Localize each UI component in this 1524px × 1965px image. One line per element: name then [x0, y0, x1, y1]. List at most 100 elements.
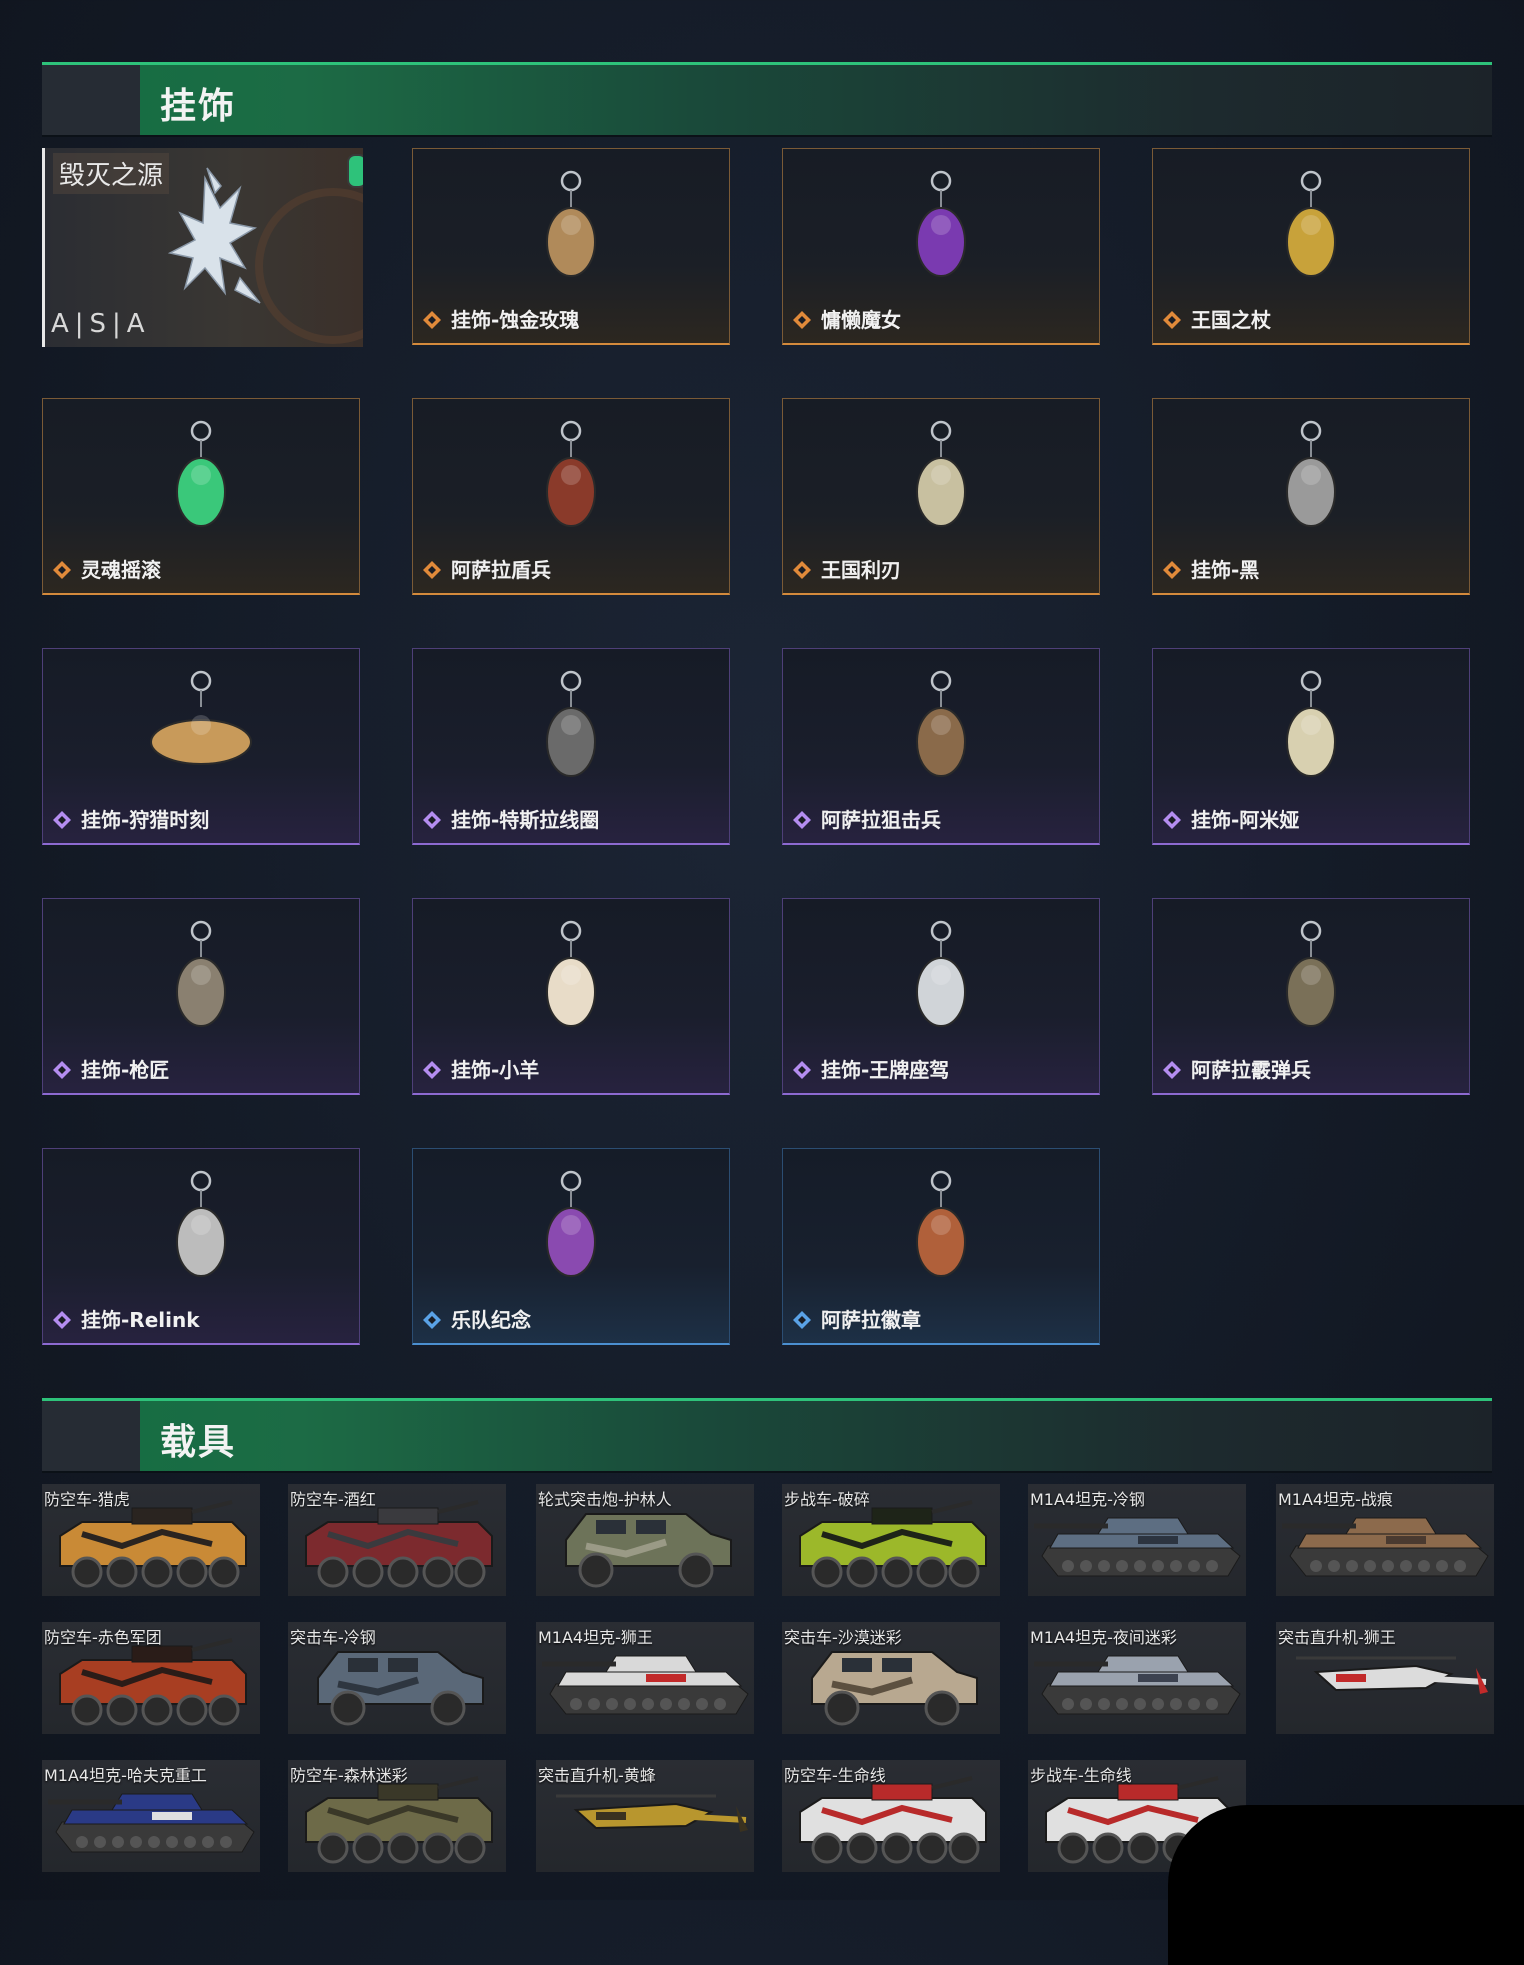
- rarity-diamond-icon: [423, 311, 441, 329]
- charm-label: 阿萨拉徽章: [821, 1308, 921, 1332]
- rarity-diamond-icon: [53, 1311, 71, 1329]
- vehicle-label: M1A4坦克-冷钢: [1030, 1490, 1145, 1509]
- rarity-diamond-icon: [793, 1061, 811, 1079]
- featured-title: 毁灭之源: [53, 153, 170, 194]
- charm-label: 挂饰-狩猎时刻: [81, 808, 210, 832]
- vehicle-tile[interactable]: 防空车-赤色军团: [42, 1622, 260, 1734]
- vehicle-label: M1A4坦克-哈夫克重工: [44, 1766, 207, 1785]
- vehicle-tile[interactable]: 步战车-破碎: [782, 1484, 1000, 1596]
- rarity-diamond-icon: [423, 561, 441, 579]
- vehicle-label: M1A4坦克-战痕: [1278, 1490, 1393, 1509]
- rarity-diamond-icon: [423, 1311, 441, 1329]
- gunsmith-charm-icon: [176, 920, 226, 1027]
- vehicle-tile[interactable]: M1A4坦克-夜间迷彩: [1028, 1622, 1246, 1734]
- charm-label: 挂饰-Relink: [81, 1308, 200, 1332]
- vehicle-tile[interactable]: 轮式突击炮-护林人: [536, 1484, 754, 1596]
- band-medal-charm-icon: [546, 1170, 596, 1277]
- featured-charm-card[interactable]: 毁灭之源 A|S|A: [42, 148, 363, 347]
- rarity-diamond-icon: [793, 811, 811, 829]
- rarity-diamond-icon: [423, 811, 441, 829]
- featured-subtitle: A|S|A: [51, 309, 151, 339]
- vehicle-label: 突击车-沙漠迷彩: [784, 1628, 902, 1647]
- vehicle-label: M1A4坦克-夜间迷彩: [1030, 1628, 1177, 1647]
- charm-card[interactable]: 阿萨拉徽章: [782, 1148, 1100, 1345]
- charm-card[interactable]: 挂饰-狩猎时刻: [42, 648, 360, 845]
- vehicle-tile[interactable]: 突击直升机-黄蜂: [536, 1760, 754, 1872]
- charm-card[interactable]: 阿萨拉盾兵: [412, 398, 730, 595]
- rarity-diamond-icon: [1163, 561, 1181, 579]
- vehicle-label: 防空车-酒红: [290, 1490, 376, 1509]
- vehicle-label: 步战车-破碎: [784, 1490, 870, 1509]
- charm-label: 阿萨拉狙击兵: [821, 808, 941, 832]
- vehicle-tile[interactable]: 突击车-沙漠迷彩: [782, 1622, 1000, 1734]
- charm-card[interactable]: 灵魂摇滚: [42, 398, 360, 595]
- vehicle-label: 步战车-生命线: [1030, 1766, 1132, 1785]
- shotgunner-charm-icon: [1286, 920, 1336, 1027]
- tesla-coil-charm-icon: [546, 670, 596, 777]
- header-grip: [42, 1401, 140, 1471]
- rarity-diamond-icon: [53, 811, 71, 829]
- vehicle-tile[interactable]: M1A4坦克-哈夫克重工: [42, 1760, 260, 1872]
- charm-card[interactable]: 挂饰-蚀金玫瑰: [412, 148, 730, 345]
- rarity-diamond-icon: [1163, 311, 1181, 329]
- charm-label: 挂饰-蚀金玫瑰: [451, 308, 580, 332]
- charm-label: 慵懒魔女: [821, 308, 901, 332]
- vehicle-tile[interactable]: 突击直升机-狮王: [1276, 1622, 1494, 1734]
- charm-card[interactable]: 阿萨拉霰弹兵: [1152, 898, 1470, 1095]
- jet-charm-icon: [916, 920, 966, 1027]
- witch-charm-icon: [916, 170, 966, 277]
- vehicles-section-header: 载具: [42, 1398, 1492, 1471]
- charm-card[interactable]: 挂饰-Relink: [42, 1148, 360, 1345]
- charm-label: 挂饰-特斯拉线圈: [451, 808, 600, 832]
- vehicle-tile[interactable]: M1A4坦克-冷钢: [1028, 1484, 1246, 1596]
- charm-card[interactable]: 慵懒魔女: [782, 148, 1100, 345]
- vehicle-tile[interactable]: M1A4坦克-战痕: [1276, 1484, 1494, 1596]
- charm-card[interactable]: 挂饰-阿米娅: [1152, 648, 1470, 845]
- charm-label: 挂饰-枪匠: [81, 1058, 170, 1082]
- vehicle-tile[interactable]: 防空车-生命线: [782, 1760, 1000, 1872]
- vehicle-label: 防空车-猎虎: [44, 1490, 130, 1509]
- vehicle-tile[interactable]: 突击车-冷钢: [288, 1622, 506, 1734]
- charm-card[interactable]: 阿萨拉狙击兵: [782, 648, 1100, 845]
- relink-charm-icon: [176, 1170, 226, 1277]
- shield-soldier-charm-icon: [546, 420, 596, 527]
- charm-card[interactable]: 王国利刃: [782, 398, 1100, 595]
- rose-charm-icon: [546, 170, 596, 277]
- knight-charm-icon: [916, 420, 966, 527]
- vehicle-label: 防空车-生命线: [784, 1766, 886, 1785]
- rarity-diamond-icon: [793, 561, 811, 579]
- charm-label: 挂饰-黑: [1191, 558, 1260, 582]
- charm-label: 阿萨拉盾兵: [451, 558, 551, 582]
- charm-card[interactable]: 挂饰-黑: [1152, 398, 1470, 595]
- vehicle-label: 突击直升机-黄蜂: [538, 1766, 656, 1785]
- guitarist-charm-icon: [176, 420, 226, 527]
- vehicle-tile[interactable]: 防空车-猎虎: [42, 1484, 260, 1596]
- tag-charm-icon: [1286, 420, 1336, 527]
- charm-card[interactable]: 乐队纪念: [412, 1148, 730, 1345]
- charm-card[interactable]: 挂饰-特斯拉线圈: [412, 648, 730, 845]
- charm-label: 灵魂摇滚: [81, 558, 161, 582]
- charm-card[interactable]: 王国之杖: [1152, 148, 1470, 345]
- vehicle-tile[interactable]: 防空车-酒红: [288, 1484, 506, 1596]
- rarity-diamond-icon: [793, 1311, 811, 1329]
- vehicle-tile[interactable]: M1A4坦克-狮王: [536, 1622, 754, 1734]
- charm-label: 挂饰-小羊: [451, 1058, 540, 1082]
- badge-charm-icon: [916, 1170, 966, 1277]
- charm-card[interactable]: 挂饰-枪匠: [42, 898, 360, 1095]
- toggle-indicator[interactable]: [347, 154, 363, 188]
- header-grip: [42, 65, 140, 135]
- sniper-charm-icon: [916, 670, 966, 777]
- scepter-charm-icon: [1286, 170, 1336, 277]
- vehicle-label: M1A4坦克-狮王: [538, 1628, 653, 1647]
- antler-charm-icon: [150, 670, 252, 765]
- vehicle-label: 防空车-森林迷彩: [290, 1766, 408, 1785]
- rarity-diamond-icon: [423, 1061, 441, 1079]
- rabbit-charm-icon: [1286, 670, 1336, 777]
- charm-label: 挂饰-阿米娅: [1191, 808, 1300, 832]
- vehicle-tile[interactable]: 防空车-森林迷彩: [288, 1760, 506, 1872]
- rarity-diamond-icon: [53, 561, 71, 579]
- charm-card[interactable]: 挂饰-王牌座驾: [782, 898, 1100, 1095]
- rarity-diamond-icon: [793, 311, 811, 329]
- charm-card[interactable]: 挂饰-小羊: [412, 898, 730, 1095]
- vehicle-label: 突击直升机-狮王: [1278, 1628, 1396, 1647]
